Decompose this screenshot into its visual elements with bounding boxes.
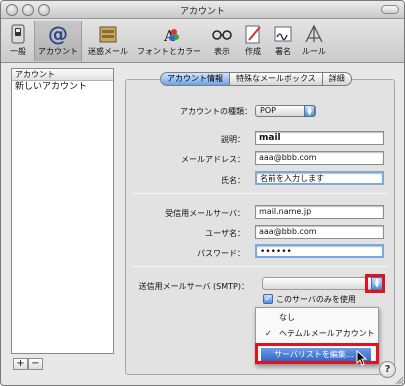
toolbar-toggle-button[interactable]: [381, 5, 399, 14]
rules-icon: [305, 24, 323, 43]
signature-icon: [274, 26, 292, 42]
email-label: メールアドレス：: [181, 155, 245, 164]
user-name-label: ユーザ名：: [205, 229, 245, 238]
menu-item-none[interactable]: なし: [256, 311, 378, 325]
smtp-server-label: 送信用メールサーバ (SMTP)：: [138, 282, 249, 291]
toolbar-junk-mail[interactable]: 迷惑メール: [86, 21, 130, 61]
full-name-label: 氏名：: [221, 176, 245, 185]
switch-icon: [11, 24, 25, 44]
toolbar-viewing-label: 表示: [214, 47, 230, 56]
accounts-list-header[interactable]: アカウント: [12, 69, 113, 81]
accounts-list: アカウント 新しいアカウント: [11, 68, 114, 354]
toolbar-composing-label: 作成: [245, 47, 261, 56]
section-divider: [132, 266, 388, 267]
help-button[interactable]: ?: [379, 361, 396, 378]
tab-account-info[interactable]: アカウント情報: [160, 72, 230, 86]
menu-item-account[interactable]: ✓ ヘテムルメールアカウント: [256, 327, 378, 341]
account-tabs: アカウント情報 特殊なメールボックス 詳細: [160, 72, 352, 86]
menu-item-account-label: ヘテムルメールアカウント: [279, 329, 375, 338]
title-bar: アカウント: [1, 1, 404, 19]
password-field[interactable]: ••••••: [255, 244, 384, 258]
user-name-field[interactable]: aaa@bbb.com: [255, 225, 384, 239]
account-list-buttons: + −: [13, 358, 43, 370]
toolbar-junk-mail-label: 迷惑メール: [88, 47, 128, 56]
password-label: パスワード：: [197, 249, 245, 258]
remove-account-button[interactable]: −: [28, 358, 43, 370]
resize-grip-icon[interactable]: [395, 376, 404, 385]
mouse-pointer-icon: [356, 350, 368, 366]
highlight-box: [365, 274, 385, 293]
email-field[interactable]: aaa@bbb.com: [255, 151, 384, 165]
toolbar-viewing[interactable]: 表示: [208, 21, 236, 61]
svg-text:@: @: [48, 23, 68, 45]
toolbar-signatures-label: 署名: [275, 47, 291, 56]
toolbar-general[interactable]: 一般: [3, 21, 33, 61]
toolbar-rules-label: ルール: [302, 47, 326, 56]
toolbar-composing[interactable]: 作成: [239, 21, 267, 61]
at-sign-icon: @: [48, 23, 68, 45]
description-field[interactable]: mail: [255, 131, 384, 145]
compose-icon: [245, 25, 261, 44]
only-this-server-checkbox[interactable]: ✓: [263, 294, 273, 304]
junk-mail-icon: [99, 26, 117, 43]
glasses-icon: [212, 30, 232, 40]
account-type-label: アカウントの種類：: [180, 107, 252, 116]
checkmark-icon: ✓: [265, 329, 272, 338]
toolbar-accounts[interactable]: @ アカウント: [34, 21, 82, 61]
description-label: 説明：: [221, 135, 245, 144]
add-account-button[interactable]: +: [13, 358, 28, 370]
incoming-server-label: 受信用メールサーバ：: [165, 209, 245, 218]
font-color-icon: A: [163, 27, 179, 45]
toolbar-accounts-label: アカウント: [38, 47, 78, 56]
toolbar-general-label: 一般: [10, 47, 26, 56]
account-list-item[interactable]: 新しいアカウント: [12, 81, 113, 94]
incoming-server-field[interactable]: mail.name.jp: [255, 205, 384, 219]
toolbar-fonts-colors-label: フォントとカラー: [137, 47, 201, 56]
account-type-select[interactable]: POP ▲ ▼: [255, 105, 316, 117]
preferences-toolbar: 一般 @ アカウント 迷惑メール A フォントとカラー 表示 作成 署名 ルール: [1, 19, 404, 63]
only-this-server-label: このサーバのみを使用: [276, 295, 356, 304]
tab-special-mailboxes[interactable]: 特殊なメールボックス: [230, 72, 323, 86]
full-name-field[interactable]: 名前を入力します: [255, 171, 384, 185]
chevron-updown-icon: ▲ ▼: [304, 105, 315, 117]
toolbar-fonts-colors[interactable]: A フォントとカラー: [134, 21, 204, 61]
window-title: アカウント: [179, 7, 225, 17]
tab-advanced[interactable]: 詳細: [322, 72, 352, 86]
toolbar-rules[interactable]: ルール: [299, 21, 329, 61]
menu-item-none-label: なし: [279, 313, 295, 322]
section-divider: [132, 193, 388, 194]
account-type-value: POP: [260, 106, 276, 115]
toolbar-signatures[interactable]: 署名: [269, 21, 297, 61]
preferences-window: アカウント 一般 @ アカウント 迷惑メール A フォントとカラー 表示 作成 …: [0, 0, 405, 386]
